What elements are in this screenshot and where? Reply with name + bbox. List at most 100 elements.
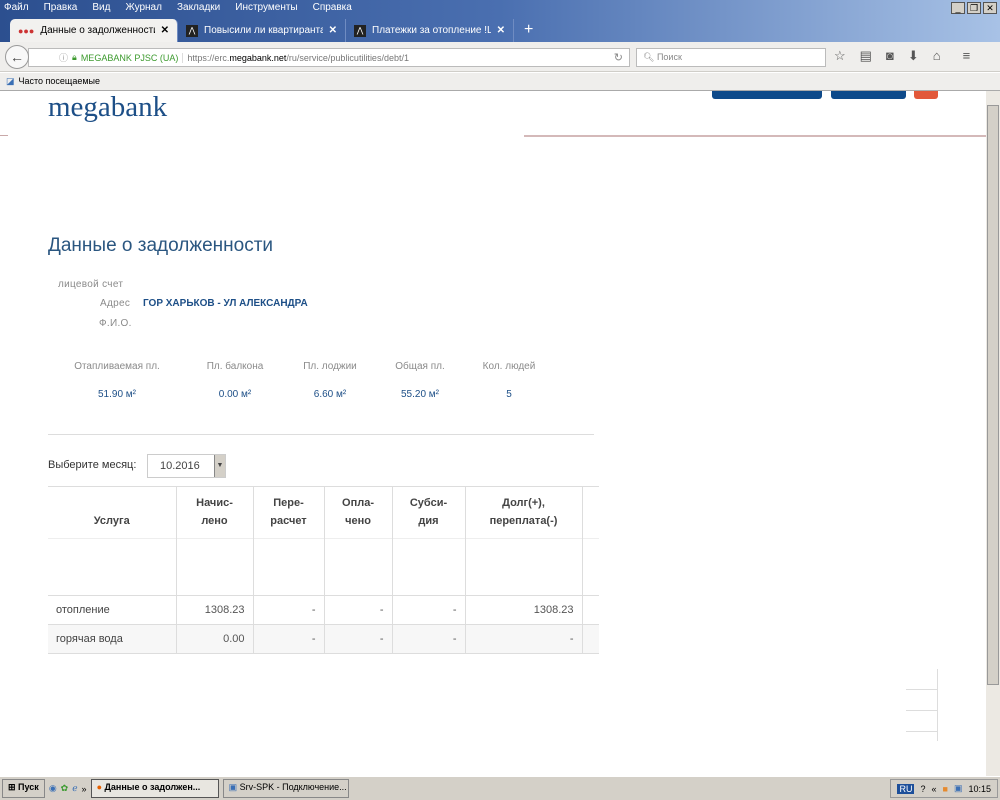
info-icon[interactable]: ⓘ (59, 51, 68, 64)
tab-tenants[interactable]: ⋀ Повысили ли квартирантам ... ✕ (178, 19, 346, 42)
table-row: отопление 1308.23 - - - 1308.23 (48, 595, 599, 625)
col-header-recalc: Пере-расчет (252, 486, 324, 539)
cell-service: горячая вода (48, 624, 176, 654)
minimize-button[interactable]: _ (951, 2, 965, 14)
cell-debt: - (464, 624, 582, 654)
download-icon[interactable]: ⬇ (908, 48, 919, 64)
url-prefix: https://erc. (187, 52, 230, 63)
close-tab-icon[interactable]: ✕ (329, 25, 337, 36)
restore-button[interactable]: ❐ (967, 2, 981, 14)
menu-history[interactable]: Журнал (125, 2, 162, 13)
rdp-icon: ▣ (228, 782, 238, 792)
taskbar-item-firefox[interactable]: ● Данные о задолжен... (90, 779, 219, 798)
cell-service: отопление (48, 595, 176, 625)
reload-icon[interactable]: ↻ (614, 51, 623, 64)
cell-extra (581, 595, 599, 625)
header-button[interactable] (914, 91, 938, 99)
page-title: Данные о задолженности (48, 235, 274, 256)
menu-bar: Файл Правка Вид Журнал Закладки Инструме… (4, 2, 352, 13)
reading-list-icon[interactable]: ▤ (860, 48, 872, 64)
month-label: Выберите месяц: (48, 459, 137, 471)
divider (0, 135, 8, 136)
megabank-logo[interactable]: megabank (48, 91, 167, 124)
header-button[interactable] (831, 91, 906, 99)
debt-table: Услуга Начис-лено Пере-расчет Опла-чено … (48, 486, 599, 654)
home-icon[interactable]: ⌂ (933, 48, 941, 64)
vertical-scrollbar[interactable] (986, 91, 1000, 776)
tab-heating-bills[interactable]: ⋀ Платежки за отопление !Ш... ✕ (346, 19, 514, 42)
chevron-down-icon[interactable]: ▼ (214, 455, 225, 477)
stat-value: 5 (506, 389, 512, 400)
stat-value: 51.90 м² (97, 389, 136, 400)
address-bar[interactable]: ⓘ 🔒︎ MEGABANK PJSC (UA) https://erc.mega… (28, 48, 630, 67)
cell-charged: 0.00 (175, 624, 253, 654)
close-window-button[interactable]: ✕ (983, 2, 997, 14)
stat-label: Кол. людей (482, 361, 536, 372)
tab-debt-data[interactable]: ●●● Данные о задолженности | ... ✕ (10, 19, 178, 42)
taskbar: ⊞ Пуск ◉ ✿ ℯ » ● Данные о задолжен... ▣ … (0, 776, 1000, 800)
new-tab-button[interactable]: + (514, 19, 543, 42)
header-button[interactable] (712, 91, 822, 99)
col-header-extra (581, 486, 599, 539)
bookmark-folder-icon: ◪ (6, 76, 15, 86)
page-content: megabank Данные о задолженности лицевой … (0, 91, 986, 776)
system-tray: RU ? « ■ ▣ 10:15 (890, 779, 998, 798)
start-button[interactable]: ⊞ Пуск (2, 779, 45, 798)
name-label: Ф.И.О. (99, 318, 132, 329)
table-spacer-row (48, 538, 599, 596)
cell-paid: - (323, 624, 392, 654)
table-row: горячая вода 0.00 - - - - (48, 624, 599, 654)
network-icon[interactable]: ▣ (954, 783, 963, 794)
col-header-paid: Опла-чено (323, 486, 392, 539)
bookmark-star-icon[interactable]: ☆ (834, 48, 846, 64)
help-icon[interactable]: ? (920, 784, 925, 794)
hamburger-menu-icon[interactable]: ≡ (963, 48, 971, 64)
menu-view[interactable]: Вид (92, 2, 110, 13)
quicklaunch-icon[interactable]: ✿ (61, 783, 69, 794)
chevron-right-icon[interactable]: » (82, 784, 87, 794)
cell-paid: - (323, 595, 392, 625)
col-header-service: Услуга (48, 486, 176, 539)
language-indicator[interactable]: RU (897, 783, 915, 794)
divider (524, 135, 986, 137)
account-label: лицевой счет (58, 279, 124, 290)
tray-expand-icon[interactable]: « (932, 784, 937, 794)
lock-icon: 🔒︎ (72, 52, 77, 62)
browser-titlebar: Файл Правка Вид Журнал Закладки Инструме… (0, 0, 1000, 42)
search-input[interactable]: 🔍︎ Поиск (636, 48, 826, 67)
pocket-icon[interactable]: ◙ (886, 48, 894, 64)
col-header-charged: Начис-лено (175, 486, 253, 539)
scrollbar-thumb[interactable] (987, 105, 999, 685)
col-header-subsidy: Субси-дия (391, 486, 465, 539)
cell-subsidy: - (391, 595, 465, 625)
cell-recalc: - (252, 595, 324, 625)
menu-file[interactable]: Файл (4, 2, 29, 13)
menu-bookmarks[interactable]: Закладки (177, 2, 220, 13)
menu-edit[interactable]: Правка (44, 2, 78, 13)
site-identity[interactable]: MEGABANK PJSC (UA) (81, 53, 179, 63)
cell-debt: 1308.23 (464, 595, 582, 625)
taskbar-item-rdp[interactable]: ▣ Srv-SPK - Подключение... (222, 779, 349, 798)
ie-icon[interactable]: ℯ (72, 783, 77, 794)
site-favicon-icon: ⋀ (354, 24, 366, 37)
address-label: Адрес (100, 298, 131, 309)
cell-extra (581, 624, 599, 654)
tab-label: Платежки за отопление !Ш... (372, 25, 491, 36)
stat-label: Отапливаемая пл. (74, 361, 160, 372)
back-button[interactable]: ← (5, 45, 29, 69)
divider (48, 434, 594, 435)
menu-tools[interactable]: Инструменты (235, 2, 297, 13)
tray-app-icon[interactable]: ■ (943, 784, 948, 794)
bookmark-most-visited[interactable]: Часто посещаемые (19, 76, 101, 87)
close-tab-icon[interactable]: ✕ (497, 25, 505, 36)
clock: 10:15 (968, 783, 991, 794)
menu-help[interactable]: Справка (313, 2, 352, 13)
month-select[interactable]: 10.2016 ▼ (147, 454, 226, 478)
quicklaunch-icon[interactable]: ◉ (49, 783, 57, 794)
close-tab-icon[interactable]: ✕ (161, 25, 169, 36)
cell-recalc: - (252, 624, 324, 654)
stat-label: Пл. балкона (206, 361, 264, 372)
tab-label: Повысили ли квартирантам ... (204, 25, 323, 36)
cell-subsidy: - (391, 624, 465, 654)
url-domain: megabank.net (229, 52, 287, 63)
